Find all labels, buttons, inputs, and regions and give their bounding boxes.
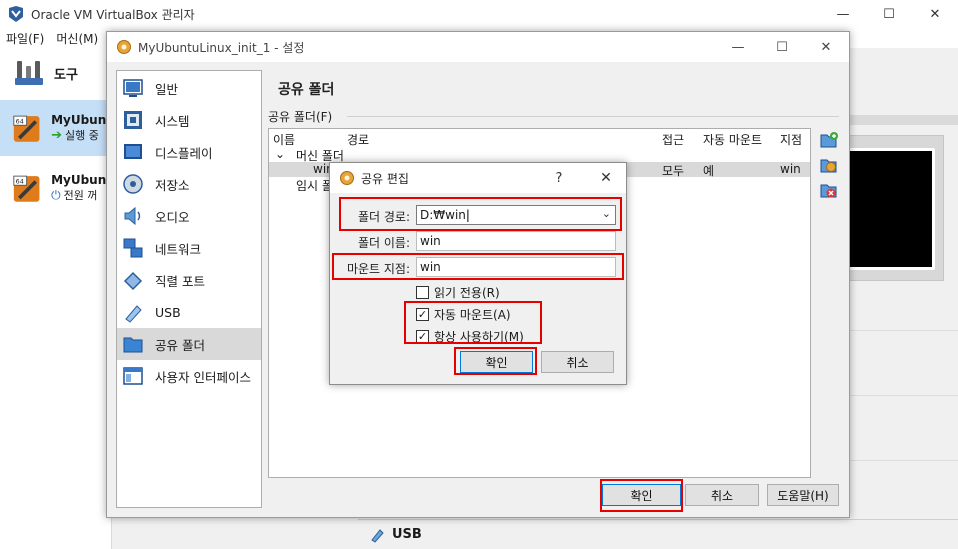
category-storage[interactable]: 저장소 xyxy=(117,168,261,200)
settings-gear-icon xyxy=(340,171,354,185)
category-system[interactable]: 시스템 xyxy=(117,104,261,136)
vm-state: 실행 중 xyxy=(64,129,99,142)
tree-header: 이름 경로 접근 자동 마운트 지점 xyxy=(269,129,810,147)
ubuntu-64-icon: 64 xyxy=(13,115,40,142)
virtualbox-logo-icon xyxy=(9,6,23,22)
category-general[interactable]: 일반 xyxy=(117,72,261,104)
folder-path-combo[interactable]: D:₩win | ⌄ xyxy=(416,205,616,225)
group-divider xyxy=(347,116,839,117)
add-folder-icon[interactable] xyxy=(819,130,839,150)
mount-point-label: 마운트 지점: xyxy=(346,262,410,276)
svg-text:64: 64 xyxy=(16,177,24,185)
divider xyxy=(848,460,958,461)
column-access[interactable]: 접근 xyxy=(662,131,684,148)
user-interface-icon xyxy=(123,367,143,385)
usb-icon xyxy=(371,528,384,543)
shared-folders-group-label: 공유 폴더(F) xyxy=(268,108,337,125)
edit-folder-icon[interactable] xyxy=(819,155,839,175)
category-user-interface[interactable]: 사용자 인터페이스 xyxy=(117,360,261,392)
share-edit-dialog: 공유 편집 ? ✕ 폴더 경로: D:₩win | ⌄ 폴더 이름: win 마운… xyxy=(329,162,627,385)
share-titlebar: 공유 편집 xyxy=(330,163,626,193)
share-cancel-button[interactable]: 취소 xyxy=(541,351,614,373)
settings-minimize-button[interactable]: — xyxy=(715,32,761,62)
settings-maximize-button[interactable]: ☐ xyxy=(759,32,805,62)
shared-folder-icon xyxy=(123,337,143,353)
checkbox-box[interactable] xyxy=(416,286,429,299)
share-close-button[interactable]: ✕ xyxy=(586,163,626,193)
vm-item-running[interactable]: 64 MyUbunt ➔ 실행 중 xyxy=(0,100,112,156)
share-title: 공유 편집 xyxy=(361,171,409,186)
vm-name: MyUbunt xyxy=(51,173,112,187)
category-serial-port[interactable]: 직렬 포트 xyxy=(117,264,261,296)
check-icon[interactable]: ✓ xyxy=(416,330,429,343)
vm-state: 전원 꺼 xyxy=(63,189,98,202)
usb-icon xyxy=(125,305,142,323)
settings-ok-button[interactable]: 확인 xyxy=(602,484,681,506)
audio-icon xyxy=(124,206,141,226)
minimize-button[interactable]: — xyxy=(820,0,866,28)
shared-folder-toolbar xyxy=(819,130,841,205)
column-name[interactable]: 이름 xyxy=(273,131,295,148)
folder-name-input[interactable]: win xyxy=(416,231,616,251)
read-only-checkbox[interactable]: 읽기 전용(R) xyxy=(416,284,500,301)
divider xyxy=(848,330,958,331)
vm-item-powered-off[interactable]: 64 MyUbunt ⏻ 전원 꺼 xyxy=(0,160,112,216)
auto-mount-checkbox[interactable]: ✓ 자동 마운트(A) xyxy=(416,306,511,323)
tools-icon xyxy=(15,61,43,85)
folder-name-label: 폴더 이름: xyxy=(357,236,410,250)
settings-close-button[interactable]: ✕ xyxy=(803,32,849,62)
manager-title: Oracle VM VirtualBox 관리자 xyxy=(31,7,195,22)
system-icon xyxy=(124,111,142,129)
category-usb[interactable]: USB xyxy=(117,296,261,328)
category-display[interactable]: 디스플레이 xyxy=(117,136,261,168)
power-off-icon: ⏻ xyxy=(51,187,61,202)
maximize-button[interactable]: ☐ xyxy=(866,0,912,28)
permanent-checkbox[interactable]: ✓ 항상 사용하기(M) xyxy=(416,328,524,345)
usb-section-header[interactable]: USB xyxy=(358,519,958,549)
close-button[interactable]: ✕ xyxy=(912,0,958,28)
mount-point-input[interactable]: win xyxy=(416,257,616,277)
settings-title: MyUbuntuLinux_init_1 - 설정 xyxy=(138,40,305,55)
display-icon xyxy=(124,144,142,159)
divider xyxy=(848,395,958,396)
help-button[interactable]: ? xyxy=(542,163,576,193)
section-title: 공유 폴더 xyxy=(278,82,335,98)
svg-text:64: 64 xyxy=(16,117,24,125)
chevron-down-icon[interactable]: ⌄ xyxy=(602,207,611,220)
usb-label: USB xyxy=(392,527,422,542)
tools-label: 도구 xyxy=(54,67,78,83)
category-shared-folders[interactable]: 공유 폴더 xyxy=(117,328,261,360)
column-path[interactable]: 경로 xyxy=(347,131,369,148)
storage-icon xyxy=(123,174,143,194)
settings-category-list: 일반 시스템 디스플레이 저장소 오디오 네트워크 직렬 포트 USB 공유 폴… xyxy=(116,70,262,508)
serial-port-icon xyxy=(123,271,143,291)
settings-help-button[interactable]: 도움말(H) xyxy=(767,484,839,506)
column-mount-point[interactable]: 지점 xyxy=(780,131,802,148)
manager-titlebar: Oracle VM VirtualBox 관리자 — ☐ ✕ xyxy=(0,0,958,28)
category-audio[interactable]: 오디오 xyxy=(117,200,261,232)
column-auto-mount[interactable]: 자동 마운트 xyxy=(703,131,762,148)
remove-folder-icon[interactable] xyxy=(819,180,839,200)
folder-path-label: 폴더 경로: xyxy=(357,210,410,224)
settings-cancel-button[interactable]: 취소 xyxy=(685,484,759,506)
tree-group-machine[interactable]: ⌄ 머신 폴더 xyxy=(269,147,810,163)
vm-name: MyUbunt xyxy=(51,113,112,127)
general-icon xyxy=(123,79,143,97)
chevron-down-icon[interactable]: ⌄ xyxy=(275,147,285,161)
settings-gear-icon xyxy=(117,40,131,54)
menu-machine[interactable]: 머신(M) xyxy=(50,30,104,47)
menu-file[interactable]: 파일(F) xyxy=(0,30,50,47)
share-ok-button[interactable]: 확인 xyxy=(460,351,533,373)
vm-list-panel: 도구 64 MyUbunt ➔ 실행 중 64 MyUbunt ⏻ 전원 꺼 xyxy=(0,48,112,549)
category-network[interactable]: 네트워크 xyxy=(117,232,261,264)
network-icon xyxy=(123,238,143,258)
tools-item[interactable]: 도구 xyxy=(0,48,112,98)
check-icon[interactable]: ✓ xyxy=(416,308,429,321)
ubuntu-64-icon: 64 xyxy=(13,175,40,202)
running-arrow-icon: ➔ xyxy=(51,127,62,143)
